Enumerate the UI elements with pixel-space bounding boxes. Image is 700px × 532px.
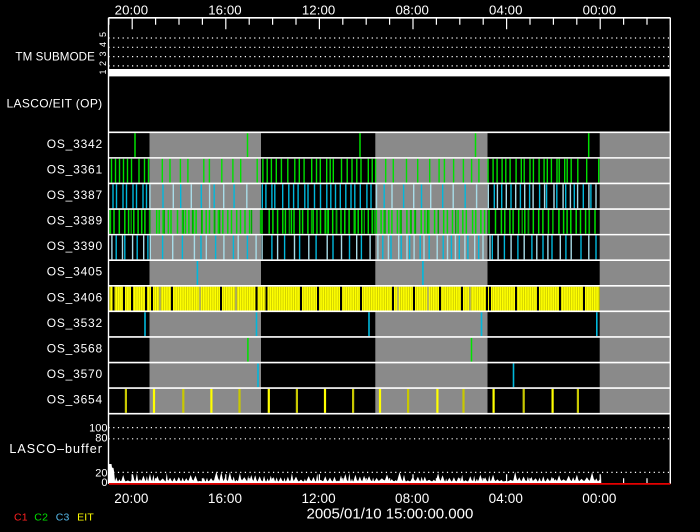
svg-text:80: 80 xyxy=(95,433,107,445)
svg-text:4: 4 xyxy=(98,42,108,47)
svg-text:OS_3568: OS_3568 xyxy=(47,341,103,355)
svg-text:OS_3387: OS_3387 xyxy=(47,188,103,202)
svg-text:OS_3570: OS_3570 xyxy=(47,367,103,381)
svg-text:OS_3361: OS_3361 xyxy=(47,162,103,176)
svg-text:OS_3532: OS_3532 xyxy=(47,316,103,330)
svg-text:08:00: 08:00 xyxy=(395,491,429,506)
svg-text:2: 2 xyxy=(98,61,108,66)
svg-text:OS_3406: OS_3406 xyxy=(47,290,103,304)
svg-text:OS_3389: OS_3389 xyxy=(47,214,103,228)
svg-text:C1: C1 xyxy=(14,512,28,524)
svg-text:16:00: 16:00 xyxy=(208,491,242,506)
svg-text:08:00: 08:00 xyxy=(395,3,429,18)
svg-text:20:00: 20:00 xyxy=(114,491,148,506)
svg-text:20:00: 20:00 xyxy=(115,3,149,18)
svg-text:00:00: 00:00 xyxy=(583,3,617,18)
svg-text:OS_3342: OS_3342 xyxy=(47,137,103,151)
svg-text:EIT: EIT xyxy=(77,512,94,524)
svg-text:5: 5 xyxy=(98,32,108,37)
svg-text:OS_3654: OS_3654 xyxy=(47,393,103,407)
svg-text:LASCO/EIT (OP): LASCO/EIT (OP) xyxy=(7,97,103,111)
svg-text:04:00: 04:00 xyxy=(489,3,523,18)
svg-text:OS_3390: OS_3390 xyxy=(47,239,103,253)
svg-text:04:00: 04:00 xyxy=(489,491,523,506)
svg-text:OS_3405: OS_3405 xyxy=(47,265,103,279)
svg-text:12:00: 12:00 xyxy=(301,491,335,506)
svg-text:TM SUBMODE: TM SUBMODE xyxy=(15,51,95,64)
svg-text:12:00: 12:00 xyxy=(302,3,336,18)
svg-text:16:00: 16:00 xyxy=(208,3,242,18)
svg-text:1: 1 xyxy=(98,69,108,74)
svg-text:0: 0 xyxy=(101,477,107,489)
svg-text:2005/01/10 15:00:00.000: 2005/01/10 15:00:00.000 xyxy=(307,505,474,522)
svg-text:C3: C3 xyxy=(56,512,70,524)
svg-text:LASCO–buffer: LASCO–buffer xyxy=(9,442,103,456)
svg-text:00:00: 00:00 xyxy=(582,491,616,506)
svg-text:C2: C2 xyxy=(34,512,48,524)
svg-text:3: 3 xyxy=(98,51,108,56)
